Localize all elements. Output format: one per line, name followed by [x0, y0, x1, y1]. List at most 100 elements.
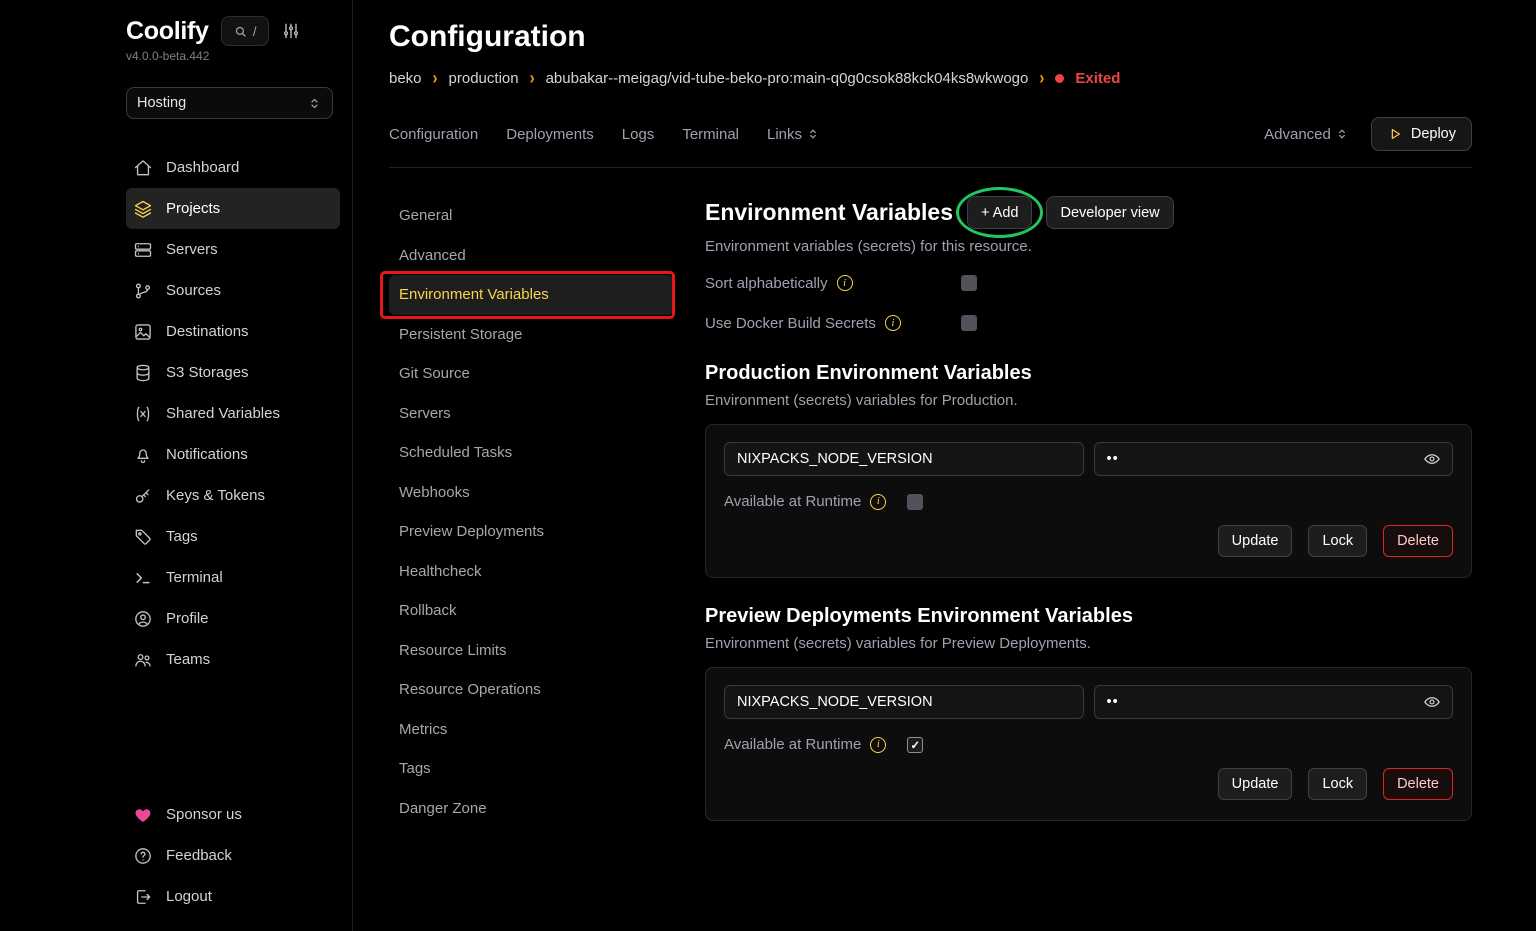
subnav-item-resource-operations[interactable]: Resource Operations [389, 670, 674, 710]
play-icon [1387, 126, 1403, 142]
deploy-button[interactable]: Deploy [1371, 117, 1472, 151]
sidebar-item-sources[interactable]: Sources [126, 270, 340, 311]
advanced-dropdown[interactable]: Advanced [1264, 126, 1349, 143]
lock-button[interactable]: Lock [1308, 768, 1367, 800]
sidebar-item-s3-storages[interactable]: S3 Storages [126, 352, 340, 393]
app-version: v4.0.0-beta.442 [126, 49, 333, 63]
info-icon[interactable] [837, 275, 853, 291]
chevron-right-icon: › [530, 68, 535, 88]
preview-section-title: Preview Deployments Environment Variable… [705, 605, 1472, 628]
config-subnav: General Advanced Environment Variables P… [389, 196, 674, 828]
breadcrumb: beko › production › abubakar--meigag/vid… [389, 70, 1472, 87]
chevron-up-down-icon [1335, 127, 1349, 141]
env-key-input[interactable] [724, 442, 1084, 476]
delete-button[interactable]: Delete [1383, 768, 1453, 800]
sidebar-item-label: Dashboard [166, 159, 239, 176]
add-variable-button[interactable]: + Add [967, 196, 1033, 229]
eye-icon[interactable] [1423, 693, 1441, 711]
preview-env-card: Available at Runtime Update Lock Delete [705, 667, 1472, 821]
sidebar-item-teams[interactable]: Teams [126, 639, 340, 680]
tab-configuration[interactable]: Configuration [389, 126, 478, 143]
sidebar-item-shared-variables[interactable]: Shared Variables [126, 393, 340, 434]
subnav-item-preview-deployments[interactable]: Preview Deployments [389, 512, 674, 552]
env-value-input[interactable] [1094, 685, 1454, 719]
env-key-input[interactable] [724, 685, 1084, 719]
docker-build-secrets-label: Use Docker Build Secrets [705, 315, 876, 332]
sidebar-item-label: Sources [166, 282, 221, 299]
adjustments-icon [281, 21, 301, 41]
delete-button[interactable]: Delete [1383, 525, 1453, 557]
settings-toggle-button[interactable] [281, 21, 301, 41]
info-icon[interactable] [885, 315, 901, 331]
env-value-input[interactable] [1094, 442, 1454, 476]
info-icon[interactable] [870, 737, 886, 753]
subnav-item-git-source[interactable]: Git Source [389, 354, 674, 394]
terminal-icon [133, 568, 153, 588]
team-selector-value: Hosting [137, 95, 186, 111]
subnav-item-tags[interactable]: Tags [389, 749, 674, 789]
chevron-right-icon: › [433, 68, 438, 88]
available-at-runtime-row: Available at Runtime [724, 736, 1453, 753]
git-branch-icon [133, 281, 153, 301]
available-at-runtime-label: Available at Runtime [724, 736, 861, 753]
team-selector[interactable]: Hosting [126, 87, 333, 119]
sidebar-item-feedback[interactable]: Feedback [126, 835, 340, 876]
chevron-up-down-icon [806, 127, 820, 141]
page-title: Configuration [389, 20, 1472, 54]
subnav-item-environment-variables[interactable]: Environment Variables [389, 275, 674, 315]
chevron-right-icon: › [1039, 68, 1044, 88]
eye-icon[interactable] [1423, 450, 1441, 468]
user-icon [133, 609, 153, 629]
sidebar: Coolify / v4.0.0-beta.442 Hosting Dashbo… [0, 0, 353, 931]
status-badge: Exited [1075, 70, 1120, 87]
main-panel: Configuration beko › production › abubak… [353, 0, 1536, 931]
subnav-item-persistent-storage[interactable]: Persistent Storage [389, 315, 674, 355]
search-button[interactable]: / [221, 16, 269, 46]
docker-build-secrets-checkbox[interactable] [961, 315, 977, 331]
subnav-item-scheduled-tasks[interactable]: Scheduled Tasks [389, 433, 674, 473]
developer-view-button[interactable]: Developer view [1046, 196, 1173, 229]
env-description: Environment variables (secrets) for this… [705, 238, 1472, 255]
breadcrumb-environment[interactable]: production [449, 70, 519, 87]
subnav-item-advanced[interactable]: Advanced [389, 236, 674, 276]
subnav-item-danger-zone[interactable]: Danger Zone [389, 789, 674, 829]
sidebar-item-label: Sponsor us [166, 806, 242, 823]
subnav-item-webhooks[interactable]: Webhooks [389, 473, 674, 513]
sidebar-item-notifications[interactable]: Notifications [126, 434, 340, 475]
tab-logs[interactable]: Logs [622, 126, 655, 143]
sidebar-item-servers[interactable]: Servers [126, 229, 340, 270]
update-button[interactable]: Update [1218, 525, 1293, 557]
tab-terminal[interactable]: Terminal [682, 126, 739, 143]
subnav-item-rollback[interactable]: Rollback [389, 591, 674, 631]
sidebar-item-terminal[interactable]: Terminal [126, 557, 340, 598]
subnav-item-general[interactable]: General [389, 196, 674, 236]
question-icon [133, 846, 153, 866]
breadcrumb-project[interactable]: beko [389, 70, 422, 87]
sidebar-item-dashboard[interactable]: Dashboard [126, 147, 340, 188]
breadcrumb-resource[interactable]: abubakar--meigag/vid-tube-beko-pro:main-… [546, 70, 1029, 87]
production-section-title: Production Environment Variables [705, 362, 1472, 385]
sidebar-item-keys-tokens[interactable]: Keys & Tokens [126, 475, 340, 516]
sidebar-item-logout[interactable]: Logout [126, 876, 340, 917]
bell-icon [133, 445, 153, 465]
logout-icon [133, 887, 153, 907]
sidebar-item-profile[interactable]: Profile [126, 598, 340, 639]
subnav-item-resource-limits[interactable]: Resource Limits [389, 631, 674, 671]
lock-button[interactable]: Lock [1308, 525, 1367, 557]
sidebar-item-label: Projects [166, 200, 220, 217]
available-at-runtime-checkbox[interactable] [907, 494, 923, 510]
subnav-item-metrics[interactable]: Metrics [389, 710, 674, 750]
sidebar-item-projects[interactable]: Projects [126, 188, 340, 229]
info-icon[interactable] [870, 494, 886, 510]
preview-section-description: Environment (secrets) variables for Prev… [705, 635, 1472, 652]
subnav-item-servers[interactable]: Servers [389, 394, 674, 434]
tab-links[interactable]: Links [767, 126, 820, 143]
sidebar-item-sponsor[interactable]: Sponsor us [126, 794, 340, 835]
sidebar-item-tags[interactable]: Tags [126, 516, 340, 557]
available-at-runtime-checkbox[interactable] [907, 737, 923, 753]
sort-alphabetically-checkbox[interactable] [961, 275, 977, 291]
subnav-item-healthcheck[interactable]: Healthcheck [389, 552, 674, 592]
sidebar-item-destinations[interactable]: Destinations [126, 311, 340, 352]
tab-deployments[interactable]: Deployments [506, 126, 594, 143]
update-button[interactable]: Update [1218, 768, 1293, 800]
